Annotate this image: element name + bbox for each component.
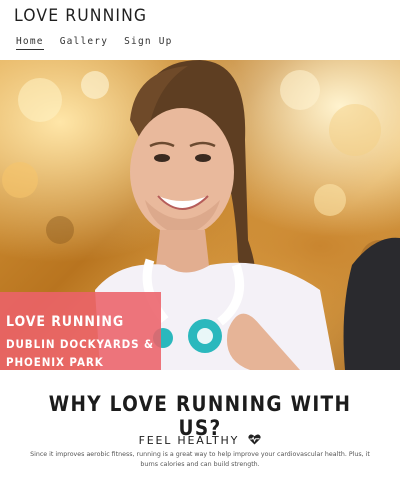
site-brand[interactable]: LOVE RUNNING: [14, 6, 147, 26]
nav-home-link[interactable]: Home: [16, 36, 44, 50]
hero-caption-box: LOVE RUNNING DUBLIN DOCKYARDS & PHOENIX …: [0, 292, 161, 370]
main-nav: Home Gallery Sign Up: [16, 36, 173, 50]
section-heading: WHY LOVE RUNNING WITH US?: [48, 392, 352, 440]
hero-banner: LOVE RUNNING DUBLIN DOCKYARDS & PHOENIX …: [0, 60, 400, 370]
feature-description: Since it improves aerobic fitness, runni…: [30, 451, 370, 468]
feature-heading-text: FEEL HEALTHY: [138, 434, 240, 447]
hero-caption-subtitle: DUBLIN DOCKYARDS & PHOENIX PARK: [6, 337, 154, 369]
heart-pulse-icon: [248, 434, 262, 448]
nav-signup-link[interactable]: Sign Up: [124, 36, 172, 50]
site-header: LOVE RUNNING Home Gallery Sign Up: [0, 0, 400, 60]
nav-gallery-link[interactable]: Gallery: [60, 36, 108, 50]
feature-heading: FEEL HEALTHY: [0, 434, 400, 448]
hero-caption-title: LOVE RUNNING: [6, 314, 125, 330]
